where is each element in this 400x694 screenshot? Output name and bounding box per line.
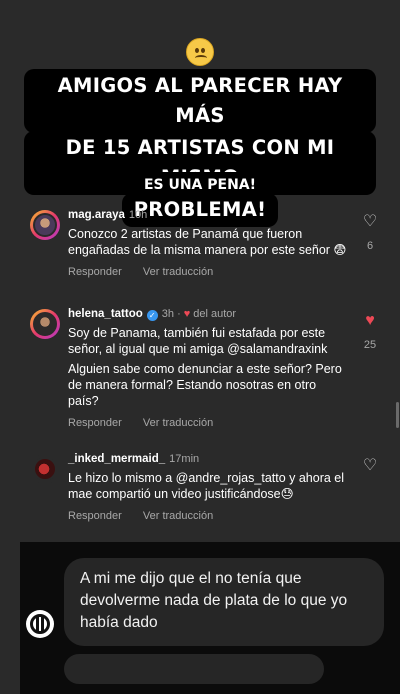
- heart-icon[interactable]: ♡: [360, 214, 380, 230]
- comment-paragraph: Conozco 2 artistas de Panamá que fueron …: [68, 227, 347, 257]
- embedded-chat-screenshot: A mi me dijo que el no tenía que devolve…: [20, 542, 400, 694]
- comment-time: 17min: [169, 453, 200, 465]
- comment-text: Conozco 2 artistas de Panamá que fueron …: [68, 226, 348, 258]
- comment-username[interactable]: helena_tattoo: [68, 308, 143, 320]
- reply-button[interactable]: Responder: [68, 266, 122, 278]
- heart-filled-icon[interactable]: ♥: [360, 313, 380, 329]
- scroll-indicator: [396, 402, 399, 428]
- heart-icon: ♥: [183, 308, 191, 320]
- like-control: ♡ 6: [360, 214, 380, 253]
- reply-button[interactable]: Responder: [68, 510, 122, 522]
- comment-time: 10h: [128, 209, 148, 221]
- story-headline: AMIGOS AL PARECER HAY MÁS DE 15 ARTISTAS…: [24, 69, 376, 227]
- comment-item: _inked_mermaid_ 17min Le hizo lo mismo a …: [26, 452, 390, 522]
- message-bubble-partial: [64, 654, 324, 684]
- comment-time: 3h: [161, 308, 175, 320]
- comment-item: mag.araya 10h Conozco 2 artistas de Panam…: [26, 208, 390, 288]
- like-count: 25: [363, 339, 377, 351]
- avatar[interactable]: [30, 309, 60, 339]
- upside-down-face-icon: [186, 38, 214, 66]
- story-subhead: ES UNA PENA!: [0, 172, 400, 198]
- author-label: del autor: [193, 308, 237, 320]
- comment-paragraph: Soy de Panama, también fui estafada por …: [68, 326, 328, 356]
- translate-button[interactable]: Ver traducción: [143, 417, 213, 429]
- headline-line-1: AMIGOS AL PARECER HAY MÁS: [24, 69, 376, 133]
- like-control: ♥ 25: [360, 313, 380, 352]
- translate-button[interactable]: Ver traducción: [143, 266, 213, 278]
- verified-icon: ✓: [146, 310, 158, 321]
- brand-logo-icon: [26, 610, 54, 638]
- message-bubble: A mi me dijo que el no tenía que devolve…: [64, 558, 384, 646]
- heart-icon[interactable]: ♡: [360, 458, 380, 474]
- comment-paragraph: Le hizo lo mismo a @andre_rojas_tatto y …: [68, 471, 345, 501]
- reply-button[interactable]: Responder: [68, 417, 122, 429]
- avatar[interactable]: [30, 210, 60, 240]
- like-count: 6: [366, 240, 374, 252]
- comment-username[interactable]: mag.araya: [68, 209, 125, 221]
- comment-text: Soy de Panama, también fui estafada por …: [68, 325, 348, 409]
- like-control: ♡: [360, 458, 380, 474]
- comment-paragraph: Alguien sabe como denunciar a este señor…: [68, 362, 342, 408]
- subhead-label: ES UNA PENA!: [131, 172, 269, 198]
- translate-button[interactable]: Ver traducción: [143, 510, 213, 522]
- comment-text: Le hizo lo mismo a @andre_rojas_tatto y …: [68, 470, 348, 502]
- comment-item: helena_tattoo ✓ 3h · ♥ del autor Soy de Pana…: [26, 307, 390, 429]
- comment-username[interactable]: _inked_mermaid_: [68, 453, 165, 465]
- avatar[interactable]: [30, 454, 60, 484]
